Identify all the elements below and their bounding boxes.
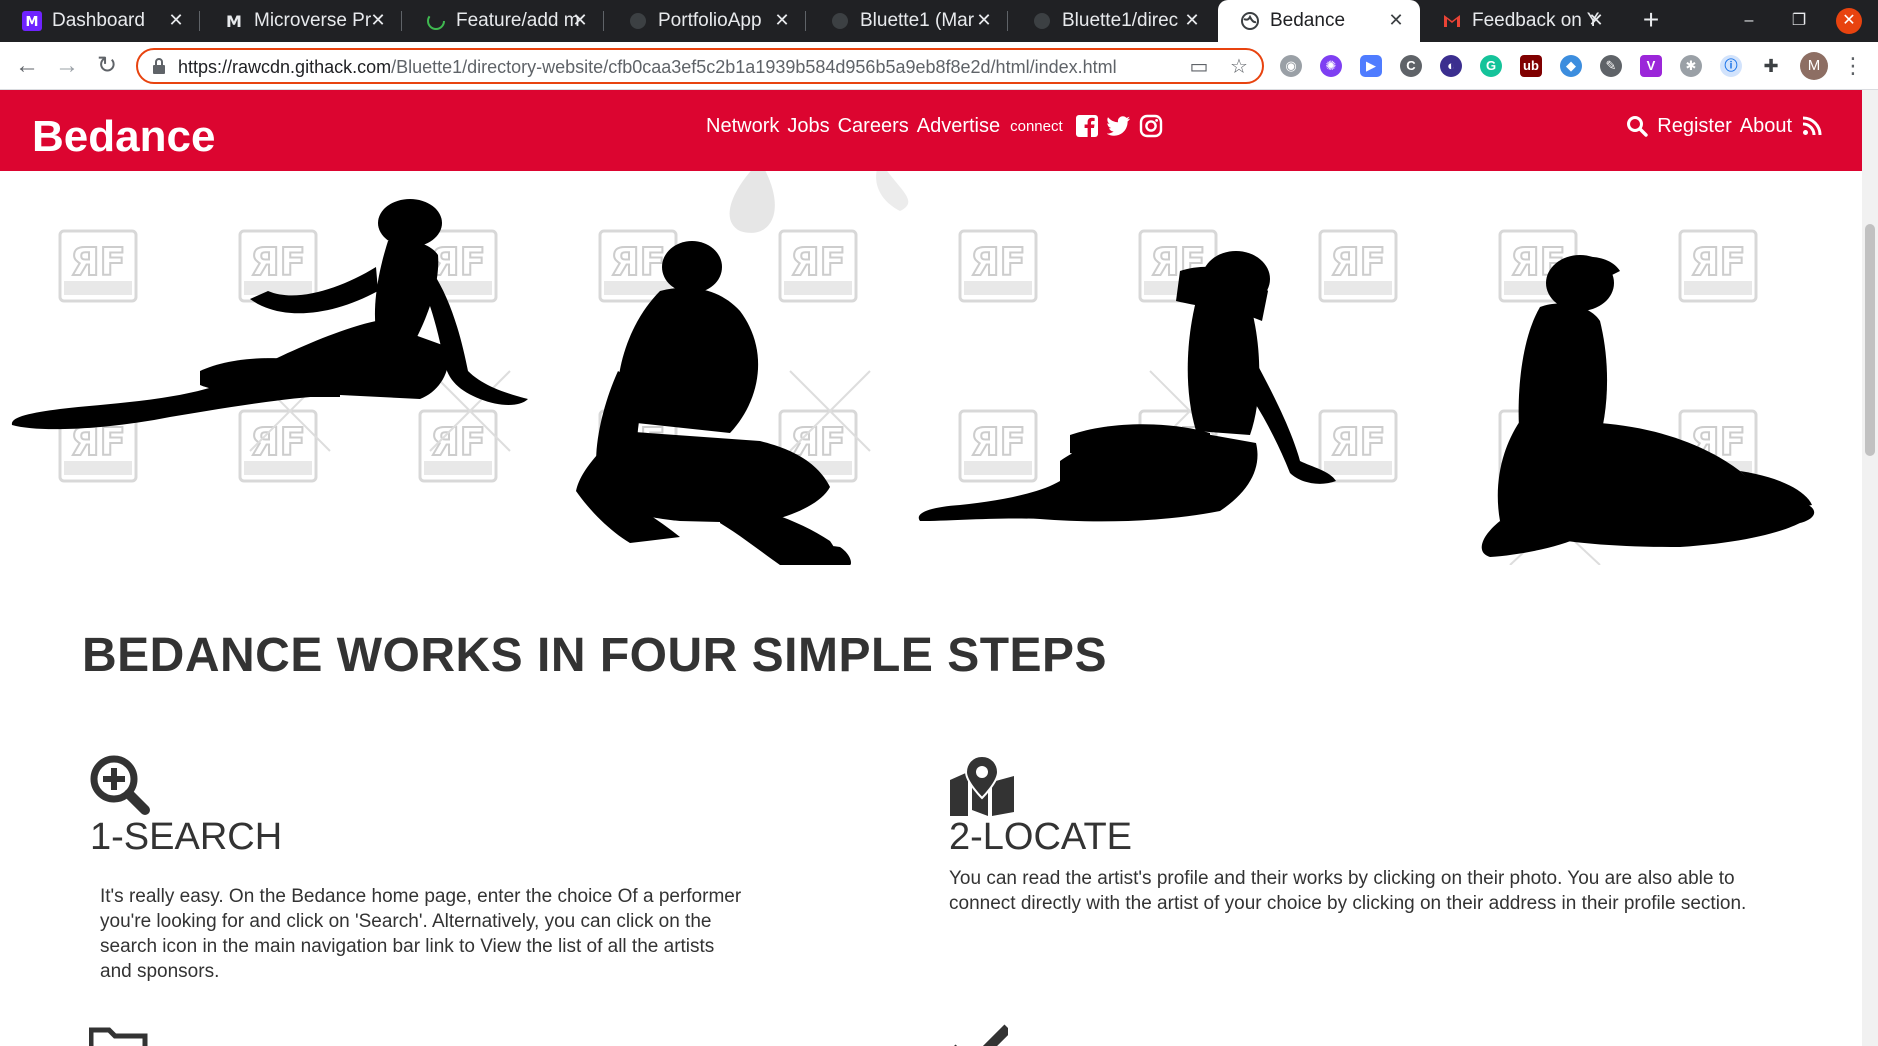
- forward-icon[interactable]: →: [54, 53, 80, 79]
- tab-title: Bluette1/direc: [1062, 10, 1179, 31]
- microverse-icon: M: [224, 11, 244, 31]
- ballerina-silhouettes-image: ЯF: [11, 171, 1815, 565]
- screenshot-camera-icon[interactable]: ◉: [1280, 55, 1302, 77]
- url-text: https://rawcdn.githack.com/Bluette1/dire…: [178, 57, 1117, 77]
- install-app-icon[interactable]: ▭: [1188, 56, 1210, 78]
- nav-link-advertise[interactable]: Advertise: [917, 115, 1000, 138]
- secondary-nav: Register About: [1625, 114, 1824, 138]
- close-icon[interactable]: ✕: [1586, 10, 1606, 30]
- github-icon: [1032, 11, 1052, 31]
- step-title-locate: 2-LOCATE: [949, 816, 1133, 858]
- nav-link-network[interactable]: Network: [706, 115, 779, 138]
- tab-bluette-profile[interactable]: Bluette1 (Mar ✕: [808, 0, 1008, 42]
- browser-menu-icon[interactable]: ⋮: [1842, 52, 1864, 80]
- eyedropper-icon[interactable]: ✎: [1600, 55, 1622, 77]
- twitter-icon[interactable]: [1106, 114, 1131, 138]
- reload-icon[interactable]: ↻: [94, 53, 120, 79]
- scrollbar-thumb[interactable]: [1865, 224, 1875, 456]
- nav-link-about[interactable]: About: [1740, 115, 1792, 138]
- github-icon: [426, 11, 446, 31]
- zoom-extension-icon[interactable]: ▶: [1360, 55, 1382, 77]
- steps-heading: BEDANCE WORKS IN FOUR SIMPLE STEPS: [82, 629, 1108, 682]
- close-icon[interactable]: ✕: [772, 10, 792, 30]
- lastpass-icon[interactable]: ◐: [1440, 55, 1462, 77]
- main-nav: Network Jobs Careers Advertise connect: [706, 114, 1163, 138]
- page-viewport: Bedance Network Jobs Careers Advertise c…: [0, 90, 1862, 1046]
- tab-bedance[interactable]: Bedance ✕: [1218, 0, 1420, 42]
- eth-wallet-icon[interactable]: ◆: [1560, 55, 1582, 77]
- instagram-icon[interactable]: [1139, 114, 1163, 138]
- tab-feedback[interactable]: Feedback on Y ✕: [1420, 0, 1620, 42]
- github-icon: [830, 11, 850, 31]
- close-icon[interactable]: ✕: [166, 10, 186, 30]
- close-icon[interactable]: ✕: [368, 10, 388, 30]
- tab-bluette-repo[interactable]: Bluette1/direc ✕: [1010, 0, 1216, 42]
- nav-link-jobs[interactable]: Jobs: [787, 115, 829, 138]
- facebook-icon[interactable]: [1075, 114, 1099, 138]
- window-close-icon[interactable]: ✕: [1836, 8, 1862, 34]
- map-marker-icon: [948, 754, 1014, 816]
- close-icon[interactable]: ✕: [1182, 10, 1202, 30]
- bug-icon[interactable]: ✱: [1680, 55, 1702, 77]
- bookmark-star-icon[interactable]: ☆: [1228, 56, 1250, 78]
- site-header: Bedance Network Jobs Careers Advertise c…: [0, 90, 1862, 171]
- search-icon[interactable]: [1625, 114, 1649, 138]
- hero-banner-image: ЯF: [0, 171, 1862, 565]
- extensions-puzzle-icon[interactable]: ✚: [1760, 55, 1782, 77]
- rss-icon[interactable]: [1800, 114, 1824, 138]
- clockify-icon[interactable]: C: [1400, 55, 1422, 77]
- minimize-icon[interactable]: –: [1736, 8, 1762, 34]
- tab-portfolio[interactable]: PortfolioApp ✕: [606, 0, 806, 42]
- close-icon[interactable]: ✕: [974, 10, 994, 30]
- lock-icon: [153, 58, 165, 74]
- new-tab-button[interactable]: +: [1636, 6, 1666, 36]
- check-icon: [948, 1022, 1008, 1046]
- tab-dashboard[interactable]: M Dashboard ✕: [0, 0, 200, 42]
- search-plus-icon: [89, 754, 150, 815]
- tab-microverse[interactable]: M Microverse Pr ✕: [202, 0, 402, 42]
- tab-feature[interactable]: Feature/add m ✕: [404, 0, 604, 42]
- svg-text:M: M: [226, 12, 242, 31]
- microverse-icon: M: [22, 11, 42, 31]
- globe-icon: [1240, 11, 1260, 31]
- gmail-icon: [1442, 11, 1462, 31]
- nav-link-register[interactable]: Register: [1657, 115, 1731, 138]
- svg-text:M: M: [26, 15, 39, 30]
- color-picker-icon[interactable]: ✺: [1320, 55, 1342, 77]
- grammarly-icon[interactable]: G: [1480, 55, 1502, 77]
- close-icon[interactable]: ✕: [570, 10, 590, 30]
- address-bar[interactable]: https://rawcdn.githack.com/Bluette1/dire…: [136, 48, 1264, 84]
- restore-icon[interactable]: ❐: [1786, 8, 1812, 34]
- step-title-search: 1-SEARCH: [90, 816, 283, 858]
- connect-label: connect: [1010, 117, 1063, 135]
- back-icon[interactable]: ←: [14, 53, 40, 79]
- nav-link-careers[interactable]: Careers: [838, 115, 909, 138]
- profile-avatar[interactable]: M: [1800, 52, 1828, 80]
- vimeo-record-icon[interactable]: V: [1640, 55, 1662, 77]
- step-text-search: It's really easy. On the Bedance home pa…: [100, 886, 742, 982]
- folder-icon: [89, 1026, 149, 1046]
- browser-tabstrip: M Dashboard ✕ M Microverse Pr ✕ Feature/…: [0, 0, 1878, 42]
- brand-logo[interactable]: Bedance: [32, 112, 215, 162]
- page-scrollbar[interactable]: [1862, 90, 1878, 1046]
- browser-toolbar: ← → ↻ https://rawcdn.githack.com/Bluette…: [0, 42, 1878, 90]
- close-icon[interactable]: ✕: [1386, 10, 1406, 30]
- globe-icon: [628, 11, 648, 31]
- ublock-icon[interactable]: ub: [1520, 55, 1542, 77]
- wappalyzer-icon[interactable]: ⓘ: [1720, 55, 1742, 77]
- step-text-locate: You can read the artist's profile and th…: [949, 868, 1747, 914]
